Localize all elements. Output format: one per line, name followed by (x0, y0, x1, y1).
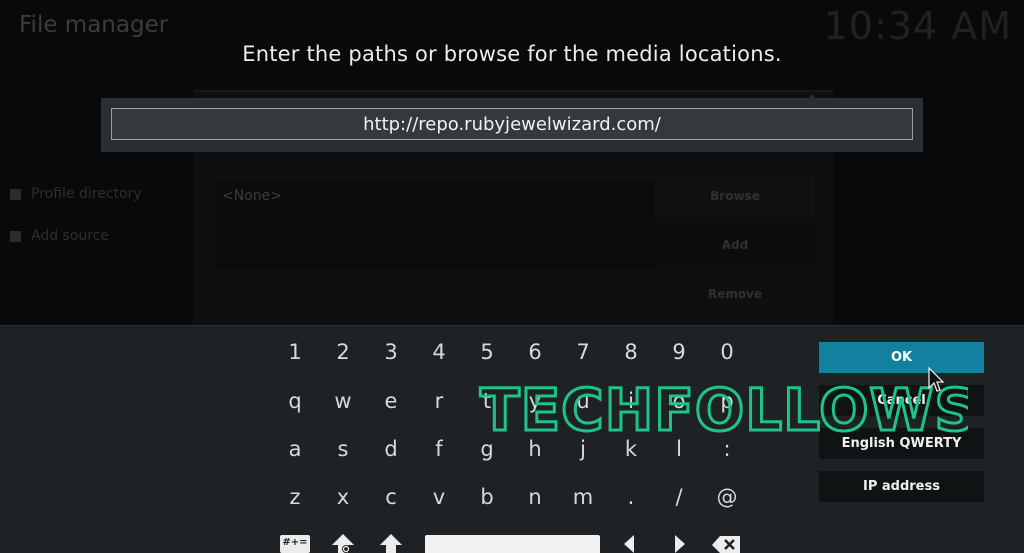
list-item: <None> (222, 188, 282, 204)
key-period[interactable]: . (611, 479, 651, 515)
key-2[interactable]: 2 (323, 334, 363, 370)
sidebar-item-profile-directory: Profile directory (10, 186, 142, 202)
dialog-heading: Enter the paths or browse for the media … (242, 42, 782, 66)
key-9[interactable]: 9 (659, 334, 699, 370)
key-v[interactable]: v (419, 479, 459, 515)
left-arrow-icon (624, 535, 634, 553)
sidebar-item-label: Profile directory (31, 186, 142, 202)
key-0[interactable]: 0 (707, 334, 747, 370)
key-f[interactable]: f (419, 431, 459, 467)
key-slash[interactable]: / (659, 479, 699, 515)
key-8[interactable]: 8 (611, 334, 651, 370)
key-r[interactable]: r (419, 383, 459, 419)
shift-key[interactable] (379, 533, 403, 553)
shift-icon (380, 534, 402, 553)
caps-lock-key[interactable] (331, 533, 355, 553)
key-m[interactable]: m (563, 479, 603, 515)
browse-button: Browse (655, 176, 815, 216)
space-key[interactable] (425, 535, 600, 553)
key-x[interactable]: x (323, 479, 363, 515)
url-input[interactable]: http://repo.rubyjewelwizard.com/ (111, 108, 913, 140)
key-n[interactable]: n (515, 479, 555, 515)
key-q[interactable]: q (275, 383, 315, 419)
watermark-text: TECHFOLLOWS (480, 378, 968, 438)
ip-address-button[interactable]: IP address (819, 471, 984, 502)
key-6[interactable]: 6 (515, 334, 555, 370)
key-z[interactable]: z (275, 479, 315, 515)
key-w[interactable]: w (323, 383, 363, 419)
sidebar-item-label: Add source (31, 228, 110, 244)
key-d[interactable]: d (371, 431, 411, 467)
url-input-panel: http://repo.rubyjewelwizard.com/ (101, 98, 923, 152)
key-at[interactable]: @ (707, 479, 747, 515)
key-e[interactable]: e (371, 383, 411, 419)
key-5[interactable]: 5 (467, 334, 507, 370)
caps-lock-icon (332, 534, 354, 553)
ok-button[interactable]: OK (819, 342, 984, 373)
cursor-right-key[interactable] (671, 533, 689, 553)
key-3[interactable]: 3 (371, 334, 411, 370)
key-4[interactable]: 4 (419, 334, 459, 370)
key-s[interactable]: s (323, 431, 363, 467)
key-c[interactable]: c (371, 479, 411, 515)
symbols-key[interactable]: #+= (280, 535, 310, 553)
key-1[interactable]: 1 (275, 334, 315, 370)
backspace-key[interactable] (711, 533, 741, 553)
backspace-icon (712, 536, 740, 553)
key-b[interactable]: b (467, 479, 507, 515)
techfollows-watermark: TECHFOLLOWS (479, 378, 969, 438)
folder-icon (10, 230, 21, 242)
remove-button: Remove (707, 287, 763, 301)
window-title: File manager (19, 12, 169, 38)
add-button: Add (655, 225, 815, 265)
sidebar-item-add-source: Add source (10, 228, 109, 244)
source-path-list: <None> (216, 180, 656, 270)
cursor-left-key[interactable] (620, 533, 638, 553)
right-arrow-icon (675, 535, 685, 553)
key-7[interactable]: 7 (563, 334, 603, 370)
key-a[interactable]: a (275, 431, 315, 467)
mouse-cursor-icon (928, 367, 945, 392)
folder-icon (10, 188, 21, 200)
